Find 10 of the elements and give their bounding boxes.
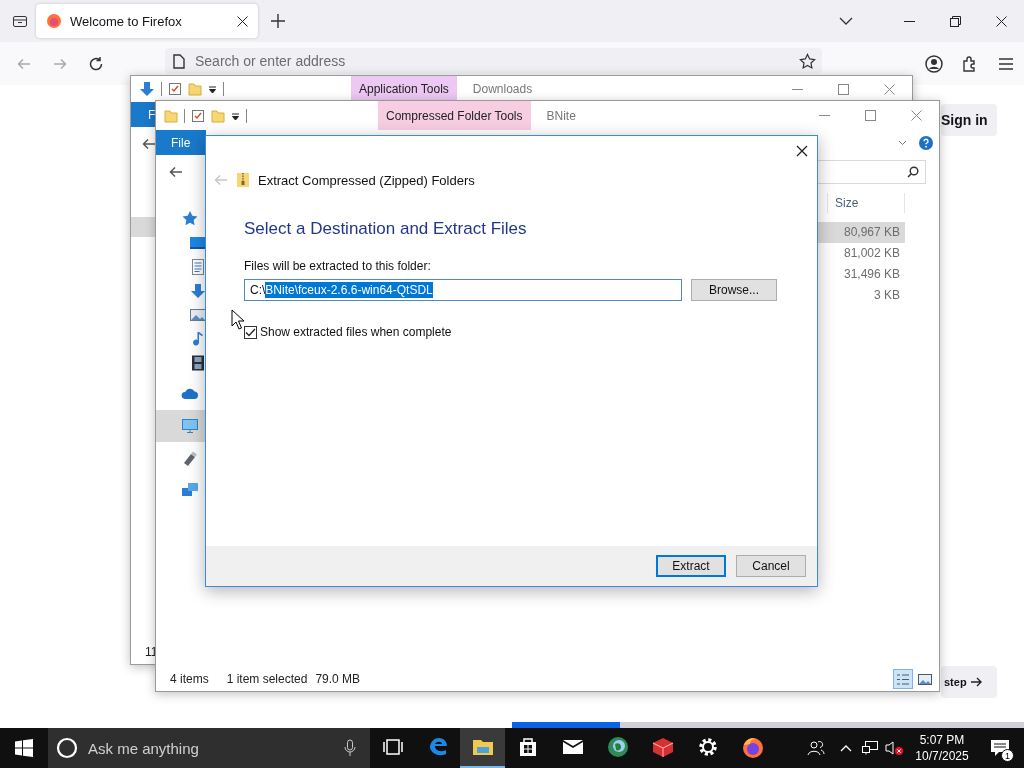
notification-count: 1 (1001, 749, 1014, 762)
selection-count: 1 item selected (226, 672, 308, 686)
field-label: Files will be extracted to this folder: (244, 259, 432, 273)
dialog-heading: Select a Destination and Extract Files (244, 218, 528, 240)
window-title: BNite (546, 108, 577, 123)
selection-size: 79.0 MB (315, 672, 361, 686)
item-count: 4 items (170, 672, 209, 686)
window-title: Downloads (472, 82, 534, 96)
checkbox-label: Show extracted files when complete (260, 325, 452, 339)
dialog-title: Extract Compressed (Zipped) Folders (258, 172, 475, 188)
